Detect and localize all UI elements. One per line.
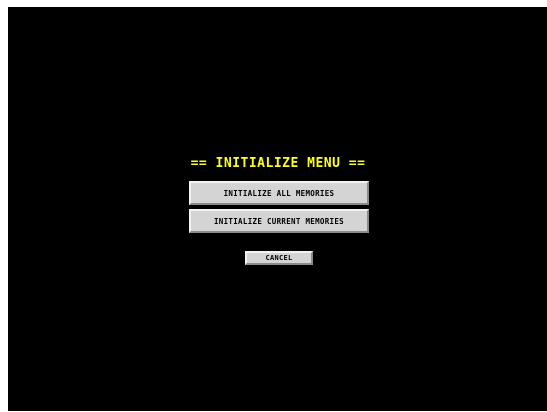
cancel-button[interactable]: CANCEL (245, 251, 313, 265)
cancel-label: CANCEL (265, 254, 293, 262)
initialize-current-memories-label: INITIALIZE CURRENT MEMORIES (213, 216, 344, 226)
menu-title: == INITIALIZE MENU == (190, 156, 366, 171)
initialize-current-memories-button[interactable]: INITIALIZE CURRENT MEMORIES (189, 209, 369, 233)
initialize-all-memories-label: INITIALIZE ALL MEMORIES (223, 188, 335, 198)
initialize-menu-screen: == INITIALIZE MENU == INITIALIZE ALL MEM… (8, 7, 547, 411)
initialize-all-memories-button[interactable]: INITIALIZE ALL MEMORIES (189, 181, 369, 205)
